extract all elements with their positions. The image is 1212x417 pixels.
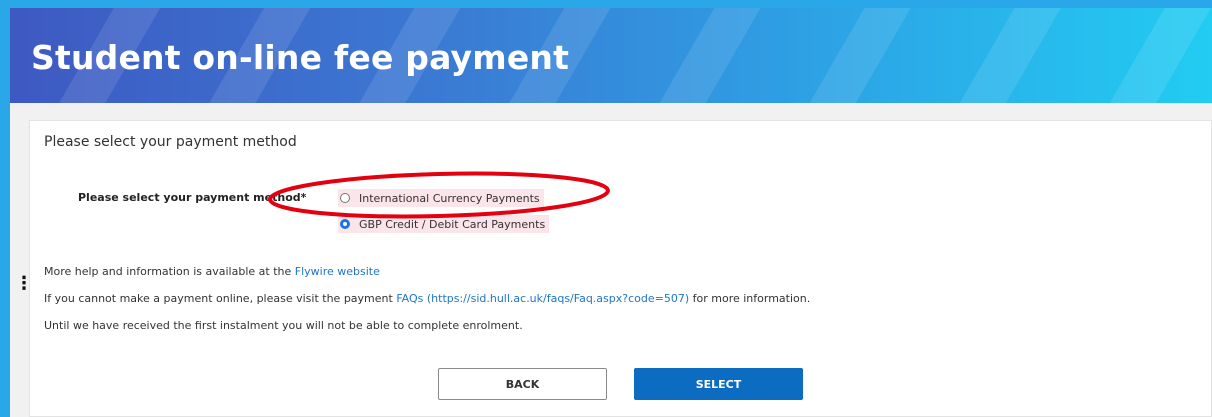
header-banner: Student on-line fee payment <box>10 8 1212 103</box>
info-faq-prefix: If you cannot make a payment online, ple… <box>44 292 397 305</box>
info-line-faq: If you cannot make a payment online, ple… <box>44 292 810 305</box>
vertical-ellipsis-icon[interactable]: ⋮ <box>15 275 33 293</box>
window-top-border <box>0 0 1212 8</box>
faqs-link[interactable]: FAQs (https://sid.hull.ac.uk/faqs/Faq.as… <box>396 292 689 305</box>
info-faq-suffix: for more information. <box>689 292 811 305</box>
info-line-enrolment: Until we have received the first instalm… <box>44 319 523 332</box>
info-help-text: More help and information is available a… <box>44 265 295 278</box>
flywire-website-link[interactable]: Flywire website <box>295 265 380 278</box>
page-frame: Student on-line fee payment ⋮ Please sel… <box>0 0 1212 417</box>
radio-button-checked[interactable] <box>340 219 350 229</box>
select-button[interactable]: SELECT <box>634 368 803 400</box>
info-line-help: More help and information is available a… <box>44 265 380 278</box>
back-button[interactable]: BACK <box>438 368 607 400</box>
page-title: Student on-line fee payment <box>31 38 570 77</box>
section-title: Please select your payment method <box>44 134 297 150</box>
window-left-border <box>0 0 10 417</box>
annotation-ellipse <box>268 171 610 219</box>
